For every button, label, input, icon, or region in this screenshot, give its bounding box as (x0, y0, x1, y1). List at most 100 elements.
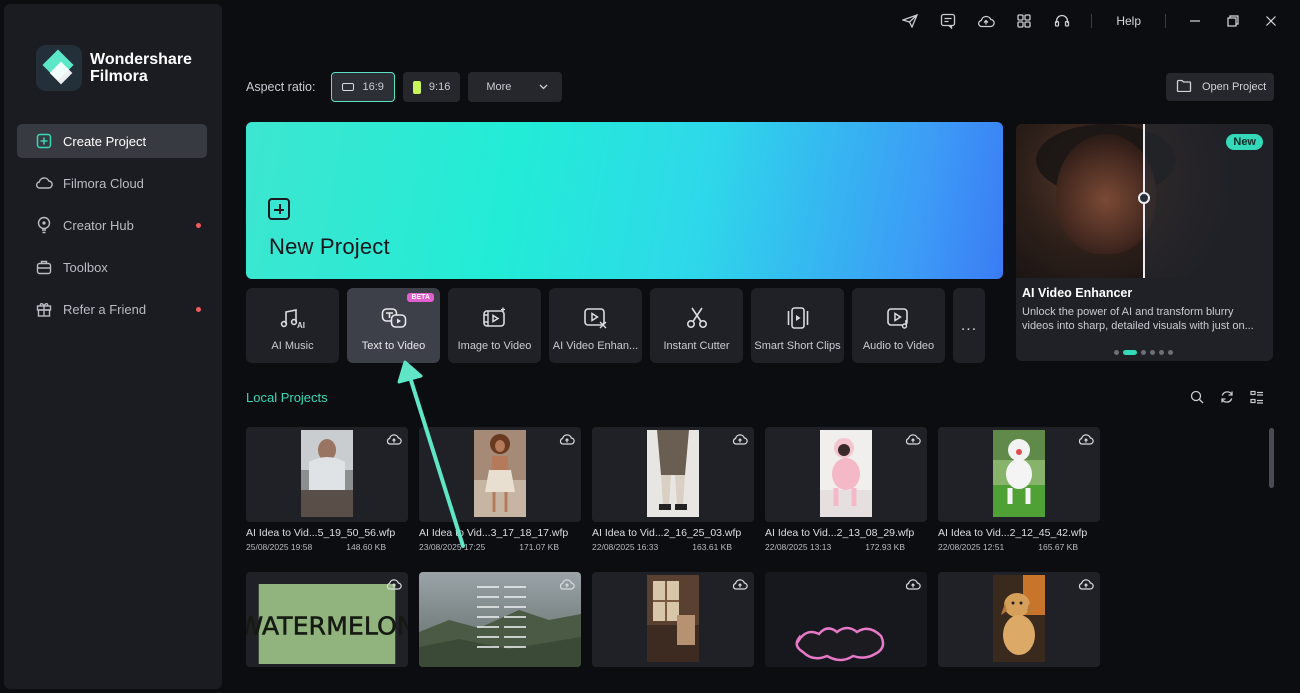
aspect-option-label: 9:16 (428, 81, 451, 93)
project-thumbnail-image (419, 572, 581, 667)
project-meta: 23/08/2025 17:25 171.07 KB (419, 542, 581, 552)
tool-label: Instant Cutter (663, 340, 730, 352)
refresh-icon[interactable] (1212, 388, 1242, 406)
app-logo: Wondershare Filmora (36, 45, 192, 91)
minimize-icon[interactable] (1176, 8, 1214, 34)
project-thumbnail (246, 427, 408, 522)
tool-instant-cutter[interactable]: Instant Cutter (650, 288, 743, 363)
open-project-label: Open Project (1202, 81, 1267, 93)
sidebar-nav: Create Project Filmora Cloud Creator Hub… (17, 124, 207, 334)
more-tools-button[interactable]: ... (953, 288, 985, 363)
chevron-down-icon (539, 81, 548, 93)
carousel-dot-active[interactable] (1123, 350, 1137, 355)
project-card[interactable] (938, 572, 1100, 667)
plus-square-icon (268, 198, 290, 220)
cloud-upload-icon[interactable] (386, 577, 402, 591)
project-thumbnail-image (993, 430, 1045, 517)
promo-card[interactable]: New AI Video Enhancer Unlock the power o… (1016, 124, 1273, 361)
cloud-upload-icon[interactable] (905, 432, 921, 446)
project-card[interactable] (592, 572, 754, 667)
project-name: AI Idea to Vid...5_19_50_56.wfp (246, 527, 396, 539)
carousel-dot[interactable] (1150, 350, 1155, 355)
short-clips-icon (787, 307, 808, 329)
aspect-16-9-button[interactable]: 16:9 (331, 72, 395, 102)
ai-music-icon: AI (280, 309, 305, 330)
portrait-ratio-icon (412, 80, 421, 94)
gift-icon (35, 300, 53, 318)
carousel-dot[interactable] (1141, 350, 1146, 355)
sidebar-item-refer-a-friend[interactable]: Refer a Friend (17, 292, 207, 326)
project-thumbnail-image (301, 430, 353, 517)
headset-icon[interactable] (1043, 8, 1081, 34)
tool-ai-music[interactable]: AI AI Music (246, 288, 339, 363)
projects-scrollbar[interactable] (1269, 428, 1274, 488)
sidebar-item-create-project[interactable]: Create Project (17, 124, 207, 158)
sidebar-item-toolbox[interactable]: Toolbox (17, 250, 207, 284)
new-project-title: New Project (269, 234, 390, 259)
project-thumbnail-image (647, 430, 699, 517)
project-size: 165.67 KB (1038, 542, 1078, 552)
tool-audio-to-video[interactable]: Audio to Video (852, 288, 945, 363)
cloud-upload-icon[interactable] (386, 432, 402, 446)
tool-image-to-video[interactable]: Image to Video (448, 288, 541, 363)
svg-text:AI: AI (297, 321, 305, 330)
send-icon[interactable] (891, 8, 929, 34)
audio-to-video-icon (886, 308, 908, 329)
project-card[interactable]: AI Idea to Vid...3_17_18_17.wfp 23/08/20… (419, 427, 581, 552)
cloud-upload-icon[interactable] (559, 432, 575, 446)
sidebar-item-creator-hub[interactable]: Creator Hub (17, 208, 207, 242)
cloud-upload-icon[interactable] (559, 577, 575, 591)
project-thumbnail (419, 427, 581, 522)
cloud-upload-icon[interactable] (1078, 432, 1094, 446)
list-view-icon[interactable] (1242, 388, 1272, 406)
search-icon[interactable] (1182, 388, 1212, 406)
new-project-button[interactable]: New Project (246, 122, 1003, 279)
project-thumbnail: WATERMELON (246, 572, 408, 667)
aspect-9-16-button[interactable]: 9:16 (402, 72, 461, 102)
feedback-icon[interactable] (929, 8, 967, 34)
aspect-more-dropdown[interactable]: More (468, 72, 563, 102)
project-thumbnail (938, 572, 1100, 667)
sidebar-item-label: Toolbox (63, 259, 108, 275)
project-thumbnail-image (820, 430, 872, 517)
project-size: 172.93 KB (865, 542, 905, 552)
cloud-upload-icon[interactable] (967, 8, 1005, 34)
tool-text-to-video[interactable]: BETA Text to Video (347, 288, 440, 363)
cloud-upload-icon[interactable] (732, 432, 748, 446)
project-card[interactable]: AI Idea to Vid...5_19_50_56.wfp 25/08/20… (246, 427, 408, 552)
project-card[interactable]: AI Idea to Vid...2_12_45_42.wfp 22/08/20… (938, 427, 1100, 552)
open-project-button[interactable]: Open Project (1166, 73, 1274, 101)
project-thumbnail-image (647, 575, 699, 662)
close-icon[interactable] (1252, 8, 1290, 34)
project-card[interactable]: AI Idea to Vid...2_16_25_03.wfp 22/08/20… (592, 427, 754, 552)
carousel-dot[interactable] (1168, 350, 1173, 355)
project-card[interactable] (419, 572, 581, 667)
cloud-upload-icon[interactable] (732, 577, 748, 591)
project-card[interactable] (765, 572, 927, 667)
carousel-dots[interactable] (1114, 350, 1177, 355)
project-meta: 25/08/2025 19:58 148.60 KB (246, 542, 408, 552)
cloud-upload-icon[interactable] (1078, 577, 1094, 591)
carousel-dot[interactable] (1159, 350, 1164, 355)
local-projects-title: Local Projects (246, 390, 328, 405)
tool-smart-short-clips[interactable]: Smart Short Clips (751, 288, 844, 363)
sidebar-item-label: Creator Hub (63, 217, 134, 233)
notification-dot (196, 223, 201, 228)
project-card[interactable]: AI Idea to Vid...2_13_08_29.wfp 22/08/20… (765, 427, 927, 552)
new-badge: New (1226, 134, 1263, 150)
comparison-slider-handle[interactable] (1138, 192, 1150, 204)
project-card[interactable]: WATERMELON (246, 572, 408, 667)
project-date: 23/08/2025 17:25 (419, 542, 486, 552)
tool-label: Image to Video (457, 340, 532, 352)
project-date: 22/08/2025 12:51 (938, 542, 1005, 552)
help-button[interactable]: Help (1102, 14, 1155, 28)
tool-ai-video-enhancer[interactable]: AI Video Enhan... (549, 288, 642, 363)
cloud-upload-icon[interactable] (905, 577, 921, 591)
project-date: 25/08/2025 19:58 (246, 542, 313, 552)
sidebar-item-filmora-cloud[interactable]: Filmora Cloud (17, 166, 207, 200)
bulb-icon (35, 216, 53, 234)
grid-icon[interactable] (1005, 8, 1043, 34)
carousel-dot[interactable] (1114, 350, 1119, 355)
scissors-icon (686, 307, 707, 329)
restore-icon[interactable] (1214, 8, 1252, 34)
